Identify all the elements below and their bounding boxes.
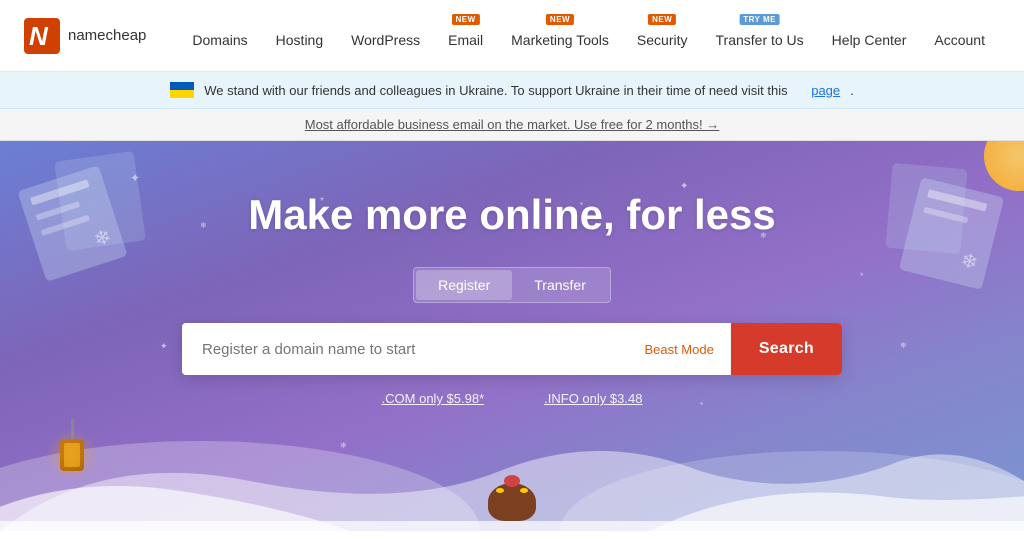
nav-label-help: Help Center <box>832 32 907 48</box>
logo-icon: N <box>24 18 60 54</box>
logo-text: namecheap <box>68 27 146 44</box>
ukraine-flag <box>170 82 194 98</box>
nav-item-wordpress[interactable]: WordPress <box>337 0 434 72</box>
nav-badge-transfer: TRY ME <box>739 14 780 25</box>
nav-badge-email: NEW <box>452 14 480 25</box>
tab-register[interactable]: Register <box>416 270 512 300</box>
nav-item-marketing[interactable]: NEW Marketing Tools <box>497 0 623 72</box>
nav-label-security: Security <box>637 32 688 48</box>
price-hint-info[interactable]: .INFO only $3.48 <box>544 391 642 406</box>
search-input[interactable] <box>182 323 628 375</box>
nav-item-help[interactable]: Help Center <box>818 0 921 72</box>
lantern-body <box>60 439 84 471</box>
nav-label-wordpress: WordPress <box>351 32 420 48</box>
price-hint-com[interactable]: .COM only $5.98* <box>382 391 485 406</box>
flag-yellow <box>170 90 194 98</box>
nav-badge-security: NEW <box>648 14 676 25</box>
tab-transfer[interactable]: Transfer <box>512 270 608 300</box>
main-nav: Domains Hosting WordPress NEW Email NEW … <box>178 0 1000 72</box>
ukraine-link[interactable]: page <box>811 83 840 98</box>
char-nose <box>504 475 520 487</box>
nav-item-domains[interactable]: Domains <box>178 0 261 72</box>
nav-label-domains: Domains <box>192 32 247 48</box>
nav-item-email[interactable]: NEW Email <box>434 0 497 72</box>
nav-item-hosting[interactable]: Hosting <box>262 0 337 72</box>
header: N namecheap Domains Hosting WordPress NE… <box>0 0 1024 72</box>
char-eye-right <box>520 488 528 493</box>
search-button[interactable]: Search <box>731 323 842 375</box>
nav-item-security[interactable]: NEW Security <box>623 0 702 72</box>
logo[interactable]: N namecheap <box>24 18 146 54</box>
nav-label-hosting: Hosting <box>276 32 323 48</box>
char-eye-left <box>496 488 504 493</box>
hero-title: Make more online, for less <box>248 191 776 239</box>
char-head <box>488 483 536 521</box>
nav-badge-marketing: NEW <box>546 14 574 25</box>
hero-content: Make more online, for less Register Tran… <box>0 141 1024 406</box>
hero-section: ✦ ❄ * ✦ * ✦ ❄ * ❄ * ✦ ❄ ❄ ❄ <box>0 141 1024 531</box>
lantern-light <box>64 443 80 467</box>
svg-text:N: N <box>29 21 49 51</box>
promo-banner: Most affordable business email on the ma… <box>0 109 1024 141</box>
nav-item-transfer[interactable]: TRY ME Transfer to Us <box>702 0 818 72</box>
nav-label-account: Account <box>934 32 985 48</box>
search-bar: Beast Mode Search <box>182 323 842 375</box>
price-hints: .COM only $5.98* .INFO only $3.48 <box>382 391 643 406</box>
nav-label-transfer: Transfer to Us <box>716 32 804 48</box>
nav-item-account[interactable]: Account <box>920 0 999 72</box>
ukraine-text: We stand with our friends and colleagues… <box>204 83 787 98</box>
flag-blue <box>170 82 194 90</box>
ukraine-banner: We stand with our friends and colleagues… <box>0 72 1024 109</box>
lantern <box>60 419 84 471</box>
character <box>488 483 536 521</box>
promo-link[interactable]: Most affordable business email on the ma… <box>305 117 720 132</box>
beast-mode-button[interactable]: Beast Mode <box>628 323 730 375</box>
nav-label-marketing: Marketing Tools <box>511 32 609 48</box>
search-toggle-tabs: Register Transfer <box>413 267 611 303</box>
nav-label-email: Email <box>448 32 483 48</box>
